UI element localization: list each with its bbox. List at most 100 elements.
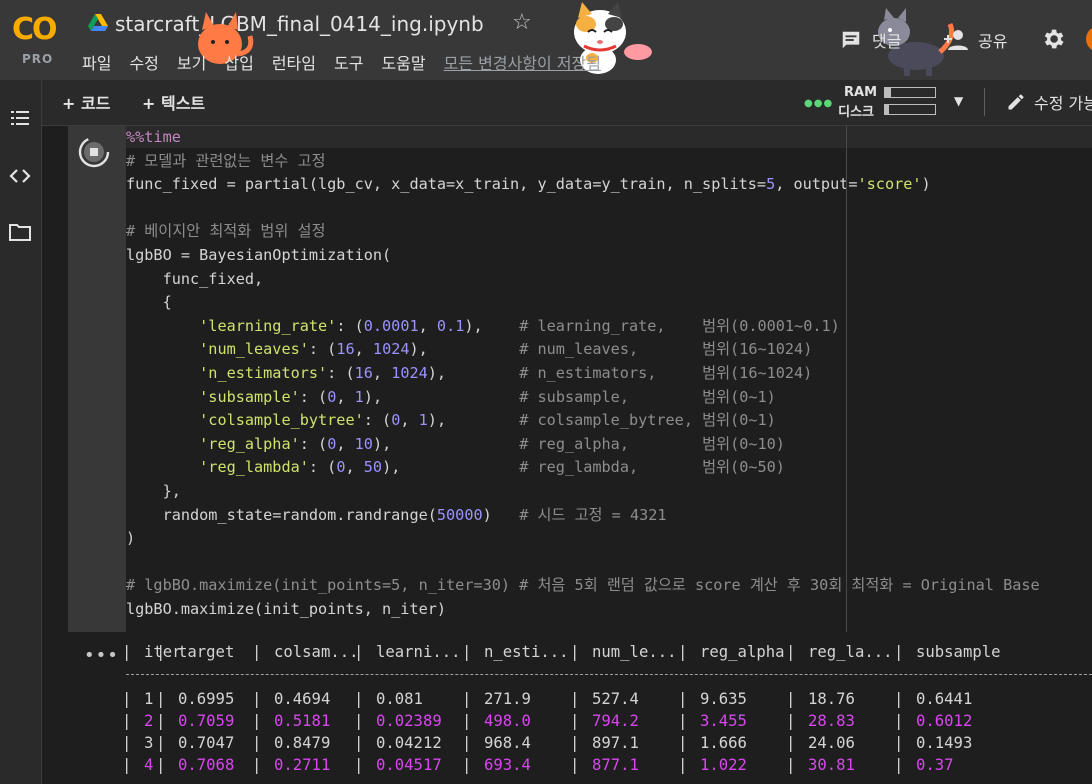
code-line[interactable]: 'subsample': (0, 1), # subsample, 범위(0~1… (126, 386, 776, 408)
table-cell: 0.04517 (376, 756, 442, 774)
menu-item-insert[interactable]: 삽입 (224, 50, 253, 74)
column-separator: | (252, 734, 262, 752)
add-person-icon (944, 30, 968, 50)
column-separator: | (894, 712, 904, 730)
menu-item-file[interactable]: 파일 (82, 50, 111, 74)
save-status-link[interactable]: 모든 변경사항이 저장됨 (444, 50, 601, 74)
add-text-button[interactable]: + 텍스트 (142, 90, 205, 114)
run-cell-stop-icon[interactable] (78, 136, 110, 168)
folder-icon[interactable] (8, 220, 32, 244)
table-cell: 693.4 (484, 756, 531, 774)
code-editor[interactable]: %%time # 모델과 관련없는 변수 고정 func_fixed = parti… (126, 126, 1092, 632)
code-line[interactable]: %%time (126, 126, 181, 148)
table-header-cell: learni... (376, 643, 461, 661)
pencil-icon (1008, 94, 1024, 110)
settings-gear-icon[interactable] (1040, 26, 1066, 52)
table-header-cell: n_esti... (484, 643, 569, 661)
column-separator: | (570, 712, 580, 730)
column-separator: | (252, 712, 262, 730)
account-avatar[interactable] (1086, 26, 1092, 52)
line-length-ruler (846, 126, 847, 632)
column-separator: | (678, 643, 688, 661)
column-separator: | (156, 712, 166, 730)
menu-item-help[interactable]: 도움말 (381, 50, 425, 74)
code-line[interactable]: { (126, 291, 172, 313)
table-cell: 30.81 (808, 756, 855, 774)
column-separator: | (462, 734, 472, 752)
code-line[interactable]: 'reg_lambda': (0, 50), # reg_lambda, 범위(… (126, 456, 785, 478)
share-button[interactable]: 공유 (944, 28, 1007, 52)
table-cell: 0.1493 (916, 734, 973, 752)
resource-monitor[interactable]: ●●● RAM 디스크 (804, 84, 944, 120)
code-line[interactable]: # lgbBO.maximize(init_points=5, n_iter=3… (126, 574, 1040, 596)
table-cell: 0.5181 (274, 712, 331, 730)
table-cell: 28.83 (808, 712, 855, 730)
table-cell: 3 (144, 734, 154, 752)
column-separator: | (354, 690, 364, 708)
table-cell: 0.2711 (274, 756, 331, 774)
column-separator: | (122, 690, 132, 708)
table-cell: 0.7059 (178, 712, 235, 730)
column-separator: | (894, 756, 904, 774)
code-line[interactable]: ) (126, 527, 135, 549)
google-drive-icon[interactable] (88, 14, 108, 32)
column-separator: | (786, 690, 796, 708)
chevron-down-icon[interactable]: ▼ (954, 94, 963, 108)
disk-usage-fill (885, 105, 889, 114)
table-cell: 0.7068 (178, 756, 235, 774)
menu-item-tools[interactable]: 도구 (334, 50, 363, 74)
comment-button[interactable]: 댓글 (840, 28, 901, 52)
output-menu-icon[interactable]: ••• (84, 645, 119, 666)
star-icon[interactable]: ☆ (512, 10, 532, 35)
table-cell: 794.2 (592, 712, 639, 730)
menu-item-edit[interactable]: 수정 (129, 50, 158, 74)
table-cell: 24.06 (808, 734, 855, 752)
code-line[interactable]: # 모델과 관련없는 변수 고정 (126, 150, 325, 172)
code-line[interactable]: 'learning_rate': (0.0001, 0.1), # learni… (126, 315, 840, 337)
column-separator: | (462, 690, 472, 708)
add-code-button[interactable]: + 코드 (62, 90, 110, 114)
table-cell: 0.081 (376, 690, 423, 708)
table-cell: 0.02389 (376, 712, 442, 730)
notebook-title[interactable]: starcraft_LGBM_final_0414_ing.ipynb (115, 12, 484, 36)
code-line[interactable]: func_fixed, (126, 268, 264, 290)
code-line[interactable]: }, (126, 480, 181, 502)
code-line[interactable]: func_fixed = partial(lgb_cv, x_data=x_tr… (126, 173, 931, 195)
column-separator: | (156, 734, 166, 752)
column-separator: | (156, 643, 166, 661)
code-line[interactable]: random_state=random.randrange(50000) # 시… (126, 504, 667, 526)
table-cell: 1 (144, 690, 154, 708)
table-cell: 0.6995 (178, 690, 235, 708)
code-line[interactable]: # 베이지안 최적화 범위 설정 (126, 220, 325, 242)
column-separator: | (570, 734, 580, 752)
column-separator: | (678, 756, 688, 774)
code-line[interactable]: 'reg_alpha': (0, 10), # reg_alpha, 범위(0~… (126, 433, 785, 455)
menu-item-view[interactable]: 보기 (177, 50, 206, 74)
column-separator: | (122, 756, 132, 774)
table-cell: 0.7047 (178, 734, 235, 752)
code-line[interactable]: 'n_estimators': (16, 1024), # n_estimato… (126, 362, 812, 384)
edit-mode-button[interactable]: 수정 가능 (1006, 90, 1092, 114)
table-cell: 4 (144, 756, 154, 774)
table-header-cell: subsample (916, 643, 1001, 661)
code-snippets-icon[interactable] (8, 164, 32, 188)
table-header-cell: reg_alpha (700, 643, 785, 661)
column-separator: | (678, 690, 688, 708)
table-cell: 1.666 (700, 734, 747, 752)
current-line-highlight (126, 126, 1092, 148)
main-menu: 파일 수정 보기 삽입 런타임 도구 도움말 모든 변경사항이 저장됨 (82, 50, 619, 74)
table-cell: 271.9 (484, 690, 531, 708)
menu-item-runtime[interactable]: 런타임 (272, 50, 316, 74)
column-separator: | (786, 712, 796, 730)
code-line[interactable]: lgbBO.maximize(init_points, n_iter) (126, 598, 446, 620)
colab-logo[interactable]: CO PRO (10, 8, 66, 66)
table-of-contents-icon[interactable] (8, 106, 32, 130)
column-separator: | (354, 712, 364, 730)
ram-usage-bar (884, 87, 936, 98)
code-line[interactable]: lgbBO = BayesianOptimization( (126, 244, 391, 266)
table-cell: 0.6441 (916, 690, 973, 708)
code-line[interactable]: 'colsample_bytree': (0, 1), # colsample_… (126, 409, 776, 431)
app-header: CO PRO starcraft_LGBM_final_0414_ing.ipy… (0, 0, 1092, 80)
column-separator: | (894, 690, 904, 708)
code-line[interactable]: 'num_leaves': (16, 1024), # num_leaves, … (126, 338, 812, 360)
